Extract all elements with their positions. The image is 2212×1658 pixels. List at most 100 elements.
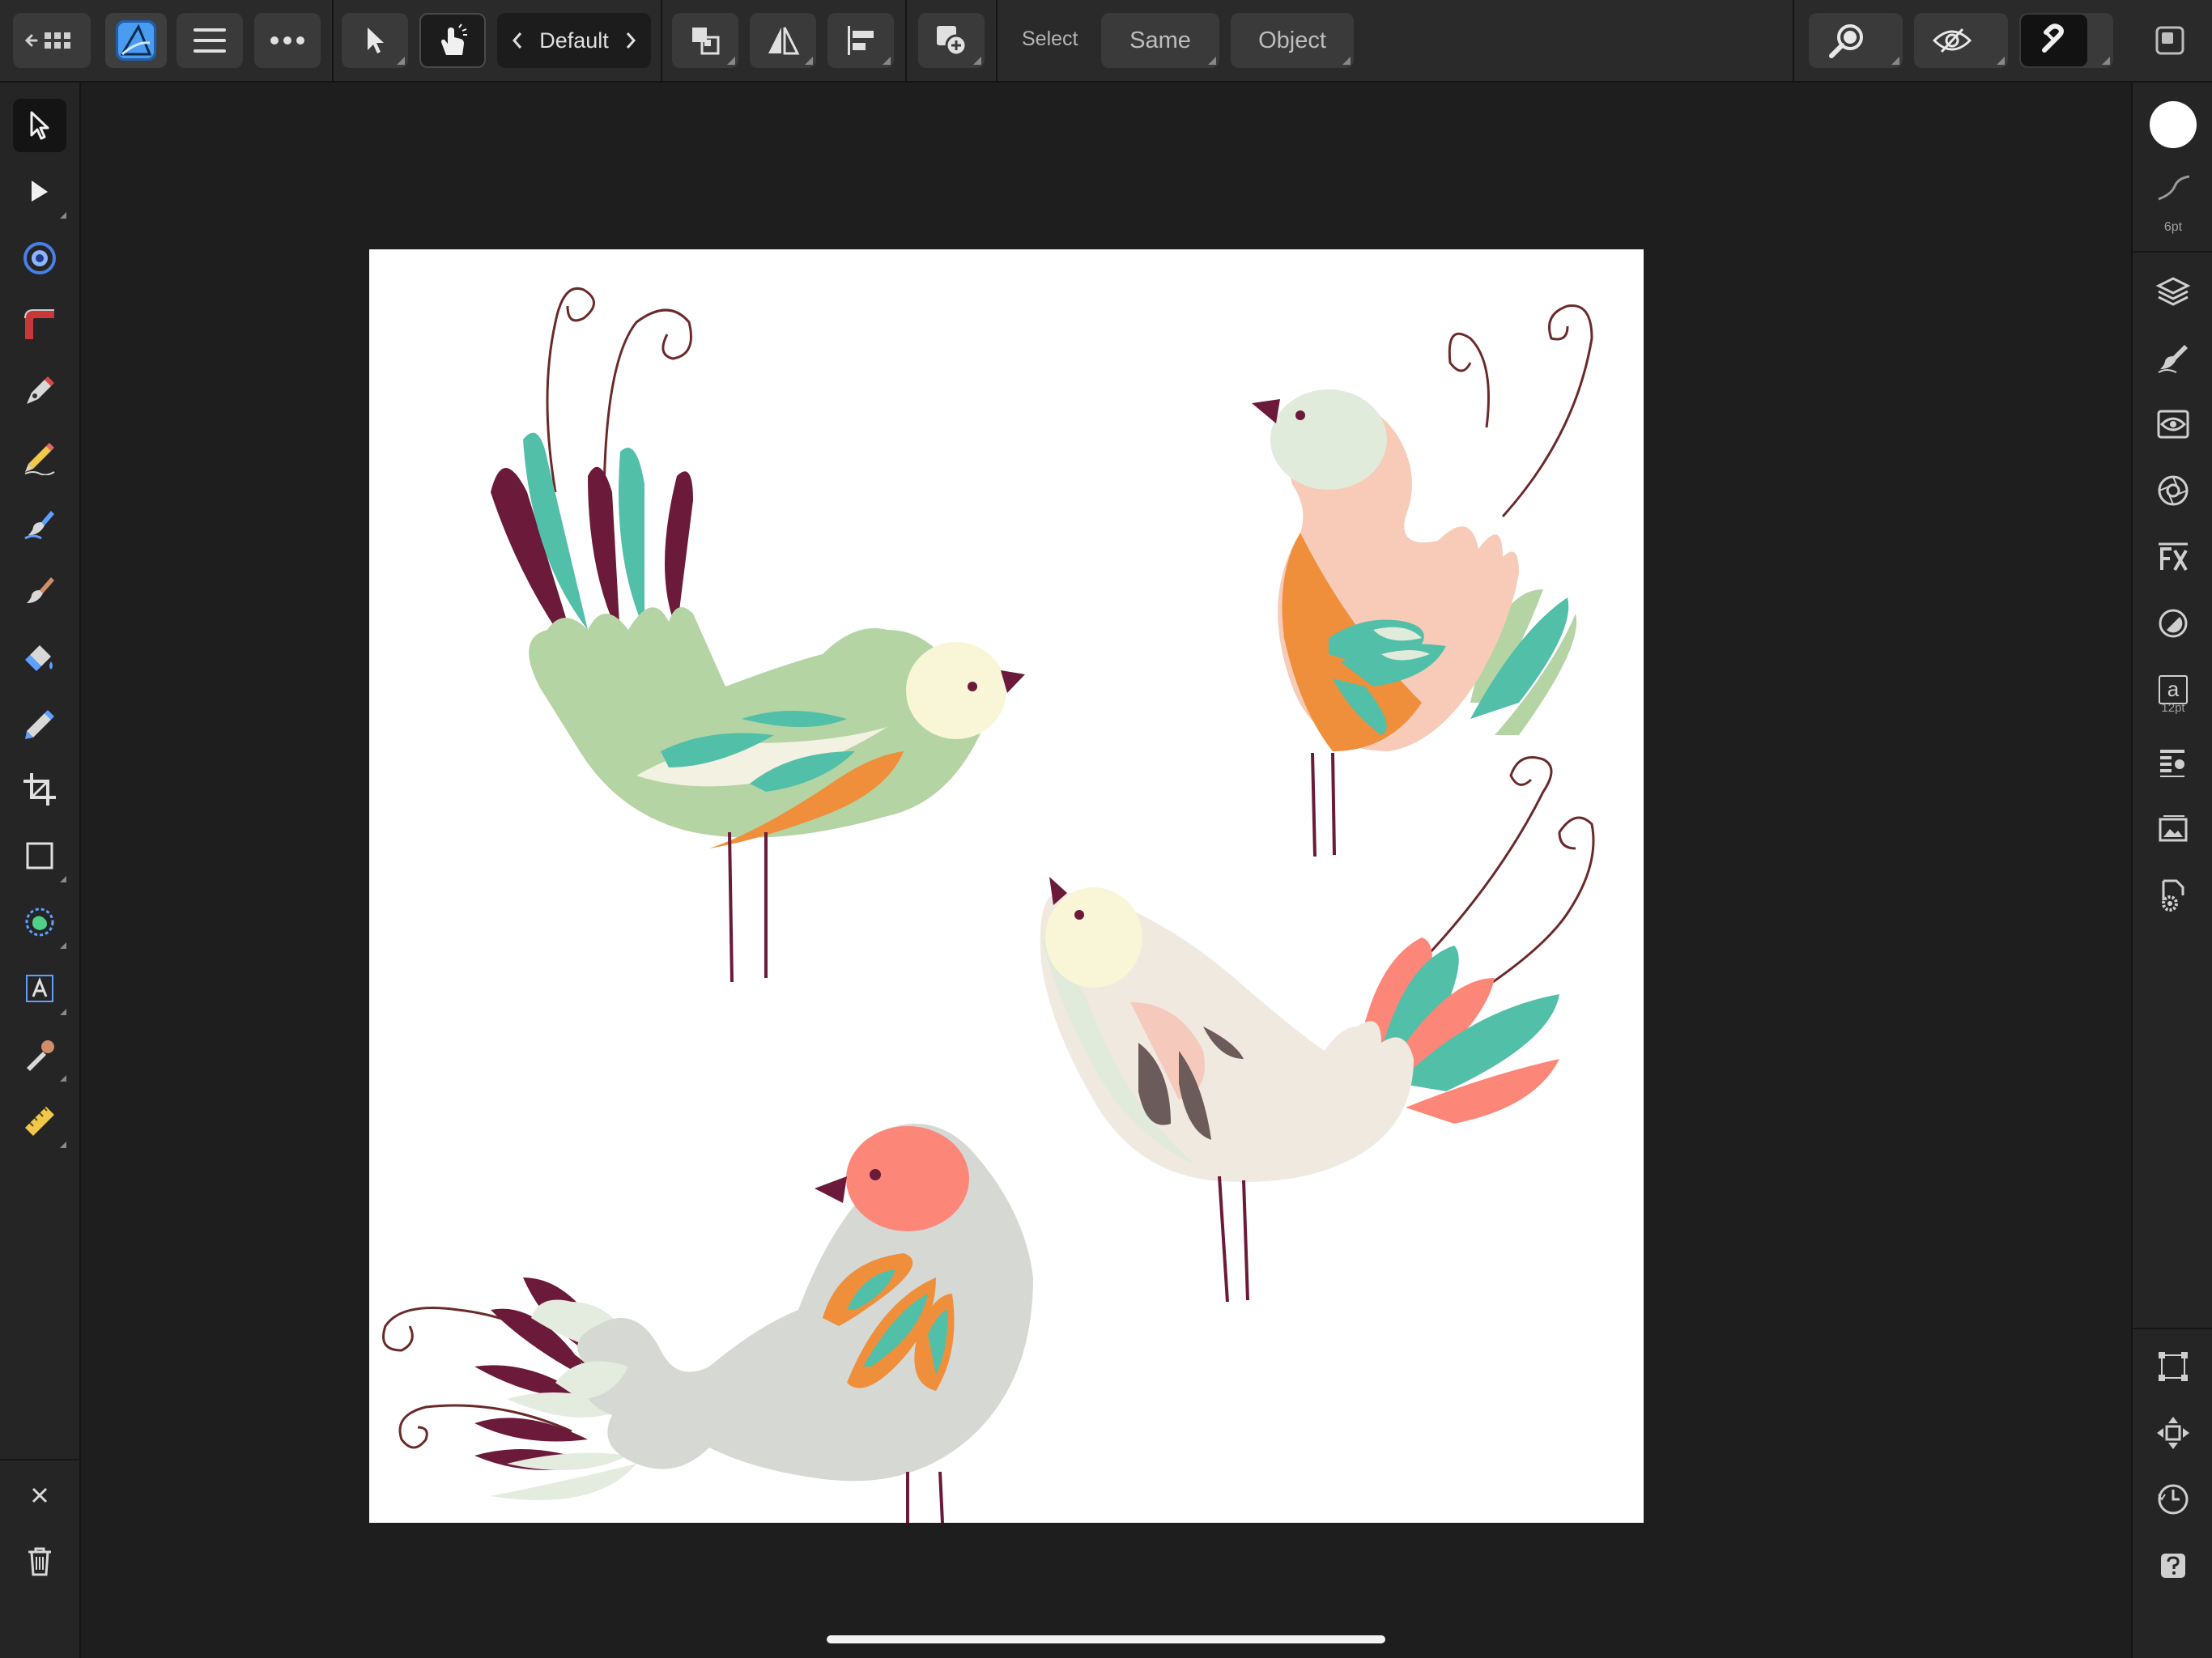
studio-preset-label: Default xyxy=(539,28,609,53)
paint-brush-icon xyxy=(27,577,54,603)
document-settings-button[interactable] xyxy=(2147,869,2199,921)
toolbar-divider xyxy=(661,0,662,81)
transform-panel-button[interactable] xyxy=(2147,1341,2199,1392)
ellipsis-icon xyxy=(270,36,304,45)
toolbar-divider xyxy=(905,0,907,81)
text-frame-panel-button[interactable] xyxy=(2147,737,2199,789)
documents-back-button[interactable] xyxy=(13,13,91,68)
vector-brush-icon xyxy=(24,511,54,540)
fill-tool-icon xyxy=(25,645,53,671)
assets-panel-button[interactable] xyxy=(2147,803,2199,855)
stroke-button[interactable] xyxy=(2147,162,2199,214)
top-toolbar: Default Select Same Object xyxy=(0,0,2212,83)
artistic-text-tool[interactable] xyxy=(13,962,66,1015)
node-tool[interactable] xyxy=(13,165,66,219)
pencil-tool-icon xyxy=(24,443,55,475)
flip-button[interactable] xyxy=(750,13,816,68)
view-mode-button[interactable] xyxy=(1914,13,2008,68)
crop-tool[interactable] xyxy=(13,763,66,816)
transparency-tool-icon xyxy=(25,710,54,739)
paint-brush-tool[interactable] xyxy=(13,563,66,617)
magnifier-icon xyxy=(1829,24,1863,58)
view-zoom-button[interactable] xyxy=(1809,13,1903,68)
studio-preset-switcher[interactable]: Default xyxy=(497,13,651,68)
chevron-left-icon[interactable] xyxy=(512,32,523,49)
stroke-width-label: 6pt xyxy=(2163,220,2183,234)
color-swatch-button[interactable] xyxy=(2147,99,2199,151)
appearance-panel-button[interactable] xyxy=(2147,398,2199,450)
history-clock-icon xyxy=(2158,1484,2189,1515)
birds-artwork[interactable] xyxy=(369,249,1644,1524)
peach-bird[interactable] xyxy=(1252,304,1593,857)
rectangle-tool[interactable] xyxy=(13,829,66,882)
shape-builder-tool[interactable] xyxy=(13,895,66,949)
select-object-button[interactable]: Object xyxy=(1231,13,1354,68)
move-tool[interactable] xyxy=(13,99,66,152)
aperture-icon xyxy=(2158,475,2189,506)
close-icon xyxy=(32,1487,48,1503)
close-tool-button[interactable] xyxy=(13,1469,66,1522)
add-object-button[interactable] xyxy=(918,13,985,68)
trash-icon xyxy=(28,1547,51,1576)
select-same-label: Same xyxy=(1129,27,1191,53)
touch-select-button[interactable] xyxy=(419,13,486,68)
toolbar-divider xyxy=(1793,0,1794,81)
corner-tool-icon xyxy=(23,242,56,274)
arrange-button[interactable] xyxy=(672,13,738,68)
fill-tool[interactable] xyxy=(13,630,66,683)
color-panel-button[interactable] xyxy=(2147,597,2199,649)
measure-tool-icon xyxy=(25,1107,54,1136)
move-tool-icon xyxy=(30,111,49,140)
corner-tool[interactable] xyxy=(13,232,66,285)
select-object-label: Object xyxy=(1258,27,1326,53)
text-size-label: 12pt xyxy=(2161,701,2185,715)
pencil-tool[interactable] xyxy=(13,431,66,484)
align-button[interactable] xyxy=(827,13,894,68)
document-canvas[interactable] xyxy=(369,249,1644,1524)
color-picker-tool[interactable] xyxy=(13,1028,66,1082)
eye-view-icon xyxy=(1932,28,1972,53)
navigator-panel-button[interactable] xyxy=(2147,1407,2199,1459)
panels-toggle-button[interactable] xyxy=(2154,24,2186,61)
vector-brush-tool[interactable] xyxy=(13,497,66,551)
fx-panel-button[interactable] xyxy=(2147,531,2199,583)
snapping-button[interactable] xyxy=(2019,13,2113,68)
toolbar-divider xyxy=(996,0,998,81)
fx-icon xyxy=(2159,542,2188,572)
brushes-panel-button[interactable] xyxy=(2147,332,2199,384)
green-bird[interactable] xyxy=(491,287,1025,983)
help-button[interactable] xyxy=(2147,1540,2199,1592)
color-wheel-icon xyxy=(2159,609,2188,638)
text-icon: a xyxy=(2159,675,2188,704)
back-grid-icon xyxy=(25,32,70,49)
crop-tool-icon xyxy=(23,773,56,806)
effects-panel-button[interactable] xyxy=(2147,465,2199,517)
flip-horizontal-icon xyxy=(768,27,800,55)
grey-bird[interactable] xyxy=(382,1124,1034,1524)
brushes-icon xyxy=(2158,345,2188,373)
delete-button[interactable] xyxy=(13,1535,66,1588)
home-indicator[interactable] xyxy=(827,1635,1385,1643)
layers-panel-button[interactable] xyxy=(2147,266,2199,317)
fill-color-swatch xyxy=(2150,101,2197,148)
text-paragraph-icon xyxy=(2160,750,2184,777)
align-left-icon xyxy=(848,26,874,55)
menu-button[interactable] xyxy=(177,13,243,68)
selection-mode-button[interactable] xyxy=(342,13,408,68)
rectangle-tool-icon xyxy=(26,842,53,869)
measure-tool[interactable] xyxy=(13,1095,66,1148)
more-options-button[interactable] xyxy=(254,13,321,68)
beige-bird[interactable] xyxy=(1040,756,1595,1303)
chevron-right-icon[interactable] xyxy=(625,32,636,49)
transparency-tool[interactable] xyxy=(13,696,66,750)
history-panel-button[interactable] xyxy=(2147,1473,2199,1525)
node-tool-icon xyxy=(32,181,48,202)
shape-gradient-icon xyxy=(24,309,54,339)
help-icon xyxy=(2161,1554,2185,1578)
pen-tool[interactable] xyxy=(13,364,66,418)
designer-persona-button[interactable] xyxy=(105,13,167,68)
tools-panel xyxy=(0,83,81,1658)
shape-builder-icon xyxy=(25,908,54,937)
gradient-tool[interactable] xyxy=(13,298,66,351)
select-same-button[interactable]: Same xyxy=(1101,13,1219,68)
